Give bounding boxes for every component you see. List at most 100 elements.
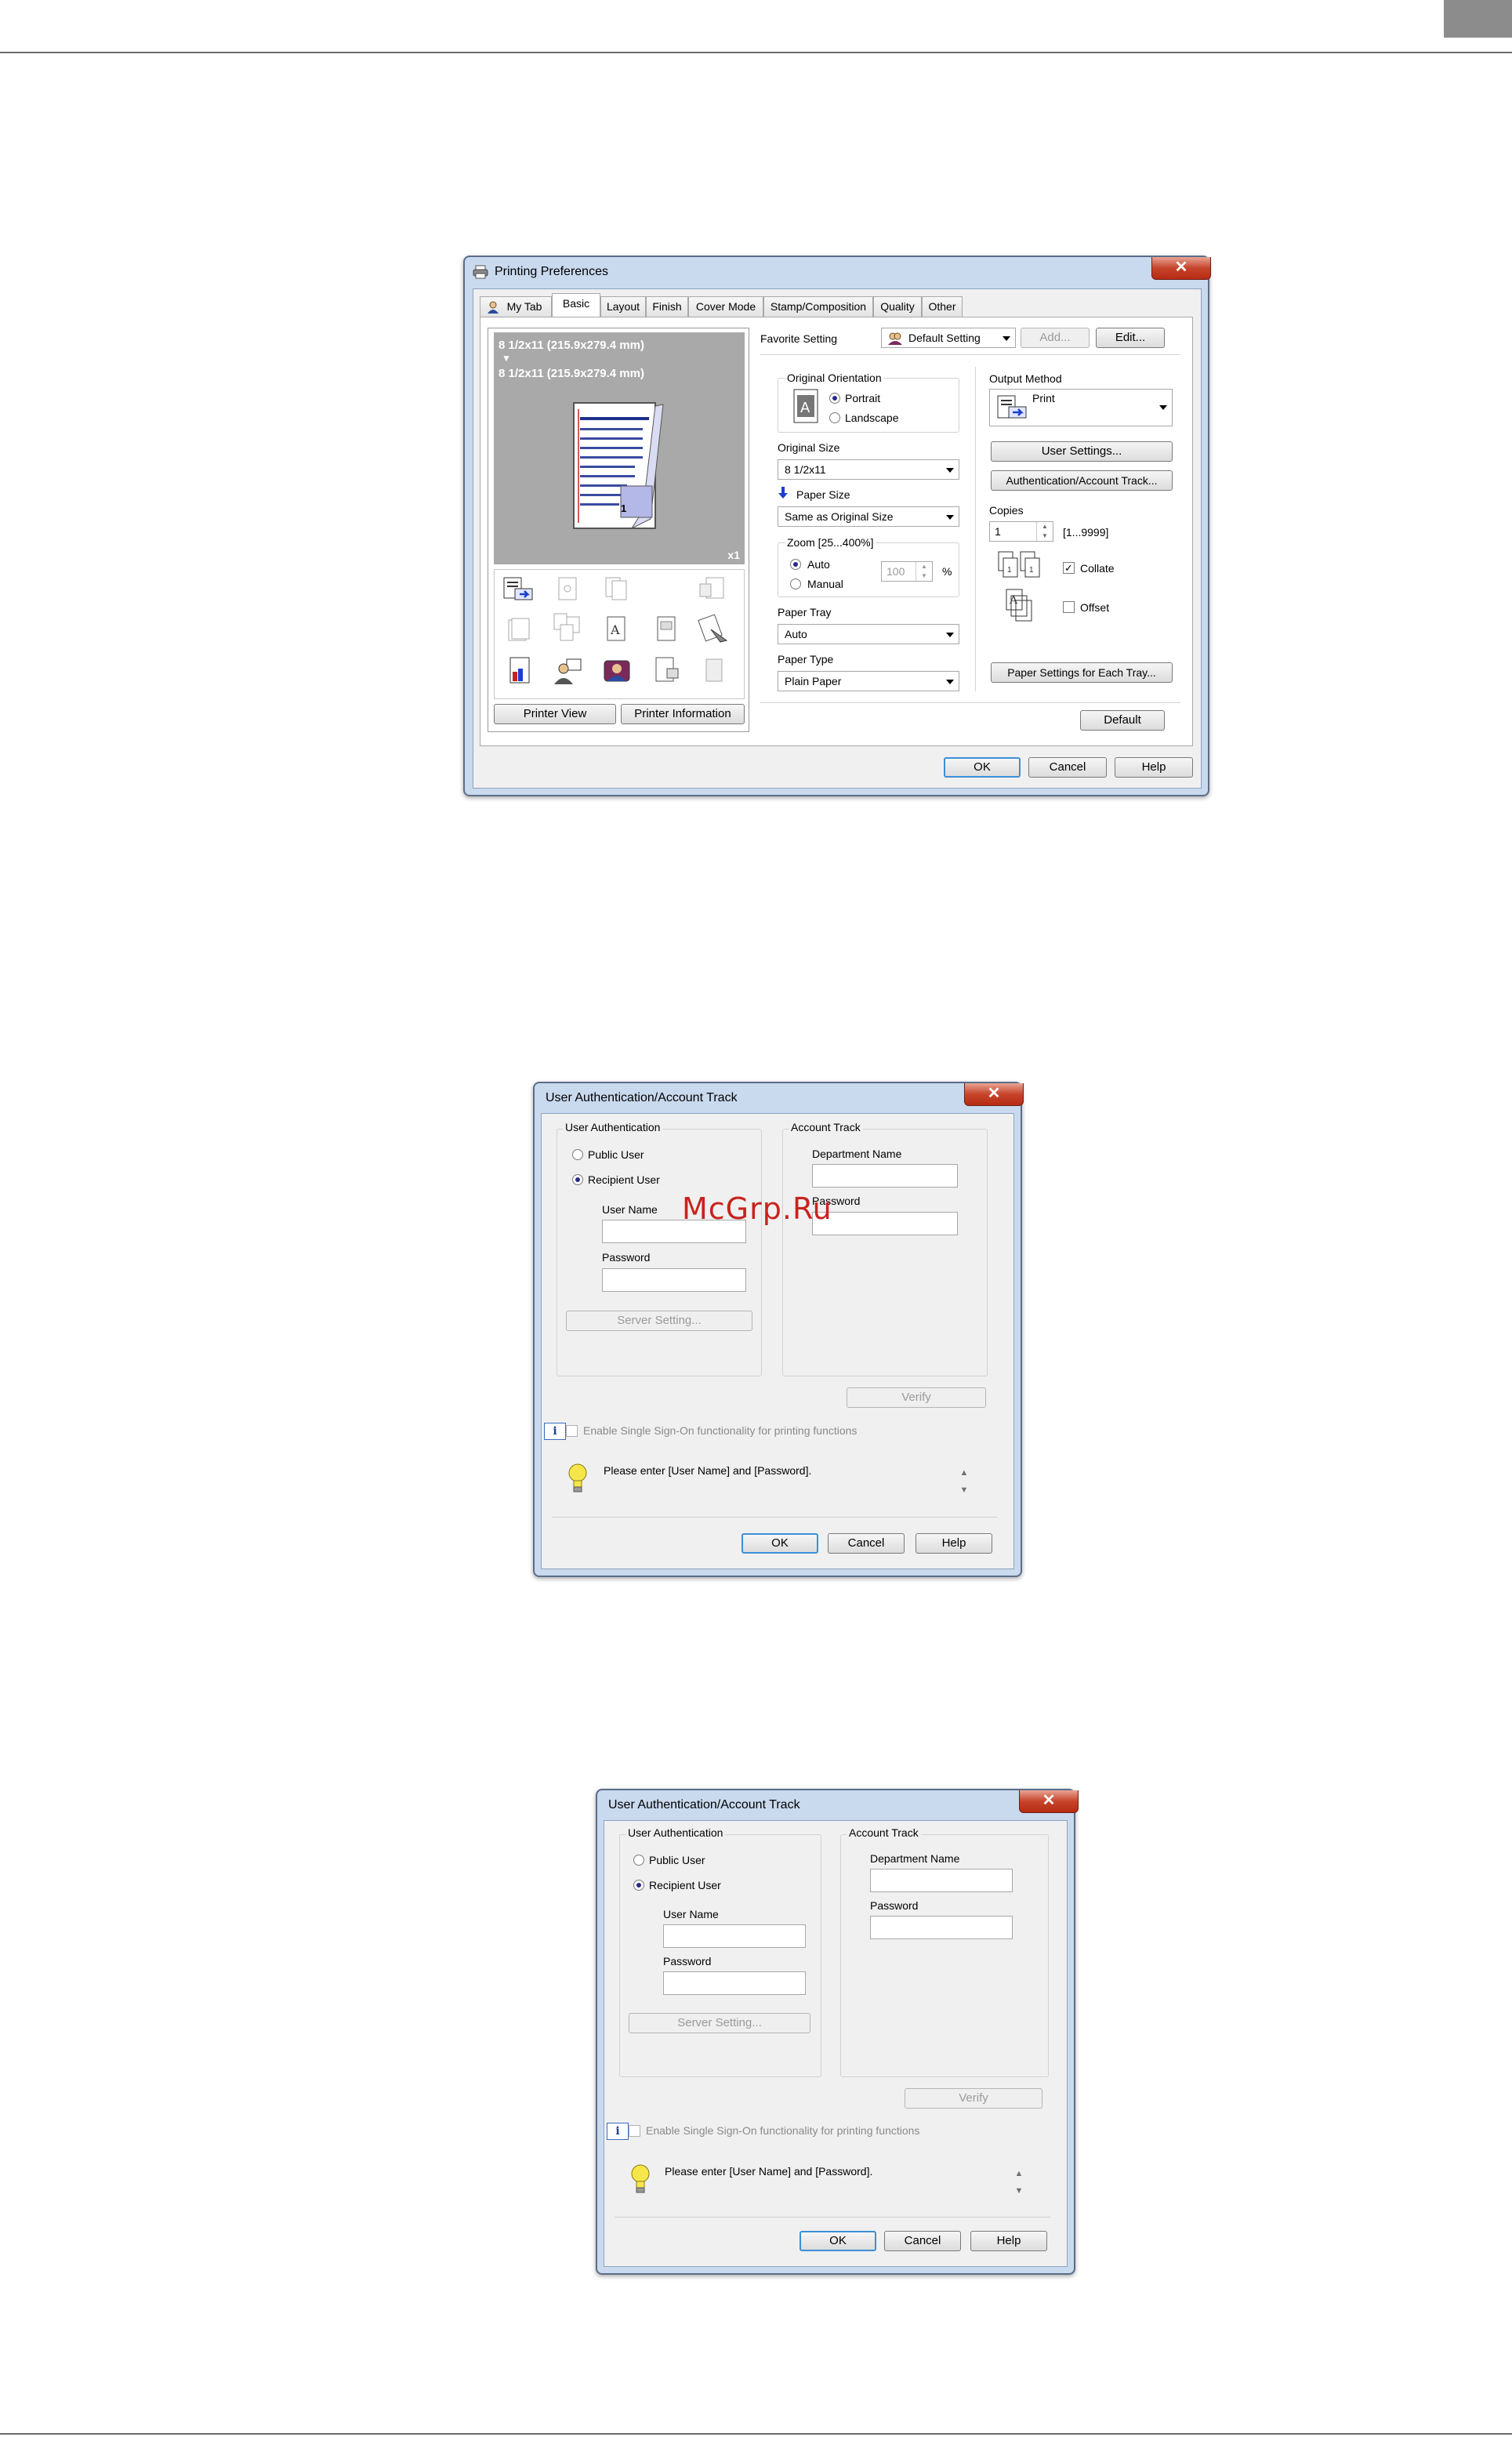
help-button[interactable]: Help: [970, 2231, 1047, 2251]
preview-arrow: ▼: [502, 353, 511, 364]
account-password-input[interactable]: [870, 1916, 1013, 1939]
original-size-select[interactable]: 8 1/2x11: [778, 459, 959, 480]
public-user-radio[interactable]: [633, 1855, 644, 1866]
user-name-input[interactable]: [663, 1924, 806, 1948]
vertical-separator: [975, 367, 976, 691]
zoom-unit: %: [942, 565, 952, 578]
tab-my-tab[interactable]: My Tab: [480, 296, 552, 317]
zoom-spinner[interactable]: ▲ ▼: [916, 562, 932, 581]
paper-tray-select[interactable]: Auto: [778, 624, 959, 644]
password-input[interactable]: [663, 1971, 806, 1995]
recipient-user-label: Recipient User: [649, 1879, 721, 1891]
printer-view-button[interactable]: Printer View: [494, 704, 616, 724]
cancel-button[interactable]: Cancel: [884, 2231, 961, 2251]
ok-button[interactable]: OK: [800, 2231, 876, 2251]
department-name-input[interactable]: [812, 1164, 958, 1188]
user-icon: [487, 300, 499, 314]
zoom-manual-radio[interactable]: [790, 578, 801, 589]
recipient-user-radio[interactable]: [633, 1880, 644, 1891]
help-button[interactable]: Help: [1115, 757, 1193, 778]
user-authentication-label: User Authentication: [563, 1121, 663, 1133]
recipient-user-radio[interactable]: [572, 1174, 583, 1185]
close-button[interactable]: ✕: [1151, 257, 1211, 280]
combine-icon: [600, 573, 634, 604]
paper-tray-label: Paper Tray: [778, 606, 832, 618]
tab-other[interactable]: Other: [922, 296, 963, 317]
output-method-select[interactable]: Print: [989, 389, 1173, 426]
window-title: User Authentication/Account Track: [608, 1798, 800, 1811]
svg-text:1: 1: [1007, 566, 1012, 575]
printer-icon: [473, 265, 488, 279]
original-size-label: Original Size: [778, 441, 840, 454]
close-icon: ✕: [1174, 259, 1188, 276]
account-password-input[interactable]: [812, 1212, 958, 1235]
chevron-down-icon: [946, 680, 954, 684]
stamp-icon: [697, 612, 731, 644]
tab-finish[interactable]: Finish: [646, 296, 688, 317]
add-favorite-button[interactable]: Add...: [1021, 328, 1090, 348]
copies-range: [1...9999]: [1063, 526, 1109, 539]
ok-button[interactable]: OK: [944, 757, 1021, 778]
public-user-radio[interactable]: [572, 1149, 583, 1160]
offset-checkbox[interactable]: [1063, 601, 1075, 613]
preview-size-line-2: 8 1/2x11 (215.9x279.4 mm): [499, 367, 644, 380]
collate-checkbox[interactable]: ✓: [1063, 562, 1075, 574]
sso-checkbox[interactable]: [629, 2125, 640, 2137]
user-settings-button[interactable]: User Settings...: [991, 441, 1173, 462]
cancel-button[interactable]: Cancel: [1028, 757, 1107, 778]
hint-scroll[interactable]: ▲ ▼: [1013, 2165, 1025, 2199]
user-auth-icon: [551, 655, 586, 686]
landscape-radio[interactable]: [829, 412, 840, 423]
portrait-radio[interactable]: [829, 393, 840, 404]
zoom-auto-radio[interactable]: [790, 559, 801, 570]
edit-favorite-button[interactable]: Edit...: [1096, 328, 1165, 348]
user-authentication-group: [619, 1834, 821, 2077]
cover-page-icon: [502, 655, 537, 686]
favorite-setting-label: Favorite Setting: [760, 332, 838, 345]
account-track-label: Account Track: [789, 1121, 863, 1133]
close-button[interactable]: ✕: [964, 1083, 1024, 1106]
preview-size-line-1: 8 1/2x11 (215.9x279.4 mm): [499, 339, 644, 352]
info-icon: i: [544, 1423, 566, 1440]
default-button[interactable]: Default: [1080, 710, 1165, 731]
server-setting-button[interactable]: Server Setting...: [629, 2013, 810, 2033]
window-title: Printing Preferences: [495, 265, 608, 278]
multi-page-icon: [549, 611, 584, 642]
tab-stamp-composition[interactable]: Stamp/Composition: [763, 296, 873, 317]
copies-spinner[interactable]: ▲ ▼: [1036, 522, 1053, 541]
close-button[interactable]: ✕: [1019, 1790, 1079, 1813]
portrait-page-icon: A: [793, 389, 818, 423]
paper-type-select[interactable]: Plain Paper: [778, 671, 959, 691]
staple-icon: [551, 573, 586, 604]
tab-layout[interactable]: Layout: [600, 296, 646, 317]
portrait-label: Portrait: [845, 392, 881, 404]
favorite-setting-select[interactable]: Default Setting: [881, 328, 1016, 348]
original-orientation-label: Original Orientation: [785, 372, 883, 384]
favorite-icon: [888, 332, 902, 345]
tab-cover-mode[interactable]: Cover Mode: [688, 296, 763, 317]
paper-size-label: Paper Size: [796, 488, 850, 501]
separator: [615, 2217, 1050, 2218]
server-setting-button[interactable]: Server Setting...: [566, 1311, 752, 1331]
printer-information-button[interactable]: Printer Information: [621, 704, 745, 724]
page-rule-bottom: [0, 2433, 1512, 2435]
verify-button[interactable]: Verify: [847, 1387, 986, 1408]
close-icon: ✕: [1042, 1792, 1056, 1809]
department-name-input[interactable]: [870, 1869, 1013, 1892]
sso-checkbox[interactable]: [566, 1425, 578, 1437]
copies-label: Copies: [989, 504, 1024, 517]
paper-settings-each-tray-button[interactable]: Paper Settings for Each Tray...: [991, 662, 1173, 683]
hint-scroll[interactable]: ▲ ▼: [958, 1464, 970, 1499]
booklet-icon: [695, 573, 730, 604]
verify-button[interactable]: Verify: [905, 2088, 1042, 2109]
tab-quality[interactable]: Quality: [873, 296, 922, 317]
ok-button[interactable]: OK: [741, 1533, 818, 1554]
authentication-account-track-button[interactable]: Authentication/Account Track...: [991, 470, 1173, 491]
cancel-button[interactable]: Cancel: [828, 1533, 905, 1554]
svg-text:A: A: [610, 622, 620, 637]
paper-size-select[interactable]: Same as Original Size: [778, 506, 959, 527]
password-input[interactable]: [602, 1268, 746, 1292]
tab-basic[interactable]: Basic: [552, 293, 600, 317]
offset-icon: A: [1003, 588, 1035, 622]
help-button[interactable]: Help: [916, 1533, 992, 1554]
